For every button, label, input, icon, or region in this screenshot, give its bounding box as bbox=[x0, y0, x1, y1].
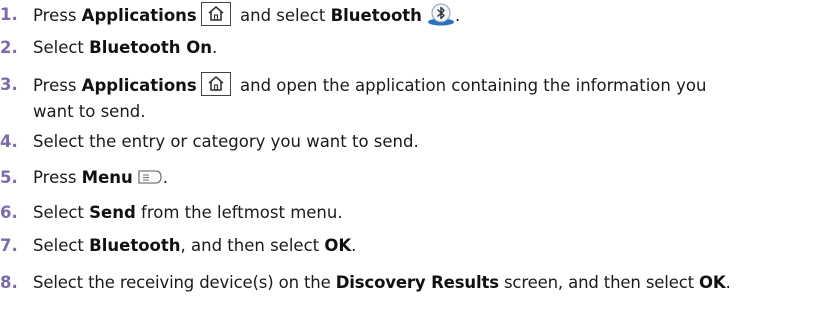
bluetooth-icon bbox=[427, 3, 454, 26]
menu-icon bbox=[138, 170, 162, 184]
step-number: 3. bbox=[0, 75, 18, 94]
home-key bbox=[200, 2, 231, 26]
step-number: 5. bbox=[0, 168, 18, 187]
home-icon bbox=[208, 75, 224, 91]
step-number: 2. bbox=[0, 38, 18, 57]
step-text: Press Menu. bbox=[33, 168, 169, 187]
home-key bbox=[200, 72, 231, 96]
step-number: 1. bbox=[0, 5, 18, 24]
step-text: Select the receiving device(s) on the Di… bbox=[33, 273, 731, 292]
step-text: Select Bluetooth On. bbox=[33, 38, 218, 57]
step-text: Select the entry or category you want to… bbox=[33, 132, 419, 151]
step-number: 8. bbox=[0, 273, 18, 292]
step-text: Select Send from the leftmost menu. bbox=[33, 203, 343, 222]
step-number: 6. bbox=[0, 203, 18, 222]
step-text: Press Applications and select Bluetooth. bbox=[33, 2, 833, 29]
step-text: Press Applications and open the applicat… bbox=[33, 72, 833, 125]
step-text: Select Bluetooth, and then select OK. bbox=[33, 236, 357, 255]
step-number: 4. bbox=[0, 132, 18, 151]
step-number: 7. bbox=[0, 236, 18, 255]
home-icon bbox=[208, 5, 224, 21]
